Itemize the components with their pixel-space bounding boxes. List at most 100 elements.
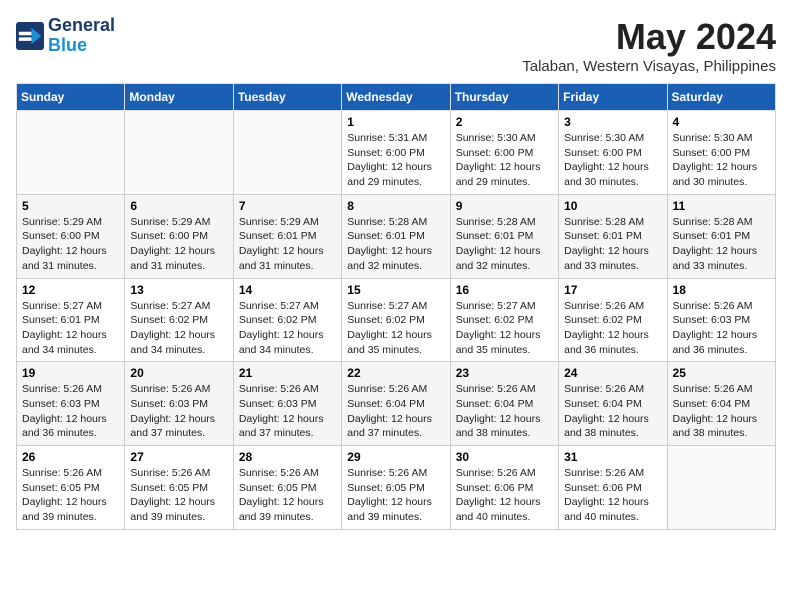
- header-day: Monday: [125, 84, 233, 111]
- day-info: Sunrise: 5:28 AM Sunset: 6:01 PM Dayligh…: [347, 215, 444, 274]
- calendar-week-row: 1Sunrise: 5:31 AM Sunset: 6:00 PM Daylig…: [17, 111, 776, 195]
- calendar-day-cell: 18 Sunrise: 5:26 AM Sunset: 6:03 PM Dayli…: [667, 278, 775, 362]
- header-day: Wednesday: [342, 84, 450, 111]
- day-number: 18: [673, 283, 770, 297]
- day-info: Sunrise: 5:28 AM Sunset: 6:01 PM Dayligh…: [456, 215, 553, 274]
- header-day: Thursday: [450, 84, 558, 111]
- day-number: 10: [564, 199, 661, 213]
- day-number: 12: [22, 283, 119, 297]
- day-number: 14: [239, 283, 336, 297]
- day-info: Sunrise: 5:26 AM Sunset: 6:06 PM Dayligh…: [564, 466, 661, 525]
- day-number: 2: [456, 115, 553, 129]
- day-number: 6: [130, 199, 227, 213]
- logo-icon: [16, 22, 44, 50]
- day-number: 3: [564, 115, 661, 129]
- calendar-day-cell: 15Sunrise: 5:27 AM Sunset: 6:02 PM Dayli…: [342, 278, 450, 362]
- day-number: 28: [239, 450, 336, 464]
- month-year-title: May 2024: [522, 16, 776, 58]
- day-number: 23: [456, 366, 553, 380]
- day-number: 30: [456, 450, 553, 464]
- day-number: 25: [673, 366, 770, 380]
- calendar-day-cell: 30Sunrise: 5:26 AM Sunset: 6:06 PM Dayli…: [450, 446, 558, 530]
- day-info: Sunrise: 5:26 AM Sunset: 6:03 PM Dayligh…: [22, 382, 119, 441]
- day-number: 16: [456, 283, 553, 297]
- day-number: 5: [22, 199, 119, 213]
- calendar-day-cell: 13Sunrise: 5:27 AM Sunset: 6:02 PM Dayli…: [125, 278, 233, 362]
- calendar-day-cell: [17, 111, 125, 195]
- header-day: Tuesday: [233, 84, 341, 111]
- day-info: Sunrise: 5:29 AM Sunset: 6:00 PM Dayligh…: [130, 215, 227, 274]
- page-header: General Blue May 2024 Talaban, Western V…: [16, 16, 776, 75]
- day-number: 31: [564, 450, 661, 464]
- calendar-day-cell: 5 Sunrise: 5:29 AM Sunset: 6:00 PM Daylig…: [17, 194, 125, 278]
- day-number: 9: [456, 199, 553, 213]
- calendar-day-cell: 12 Sunrise: 5:27 AM Sunset: 6:01 PM Dayli…: [17, 278, 125, 362]
- day-info: Sunrise: 5:28 AM Sunset: 6:01 PM Dayligh…: [673, 215, 770, 274]
- day-info: Sunrise: 5:26 AM Sunset: 6:04 PM Dayligh…: [456, 382, 553, 441]
- calendar-day-cell: 17 Sunrise: 5:26 AM Sunset: 6:02 PM Dayli…: [559, 278, 667, 362]
- calendar-day-cell: 8Sunrise: 5:28 AM Sunset: 6:01 PM Daylig…: [342, 194, 450, 278]
- day-info: Sunrise: 5:27 AM Sunset: 6:02 PM Dayligh…: [456, 299, 553, 358]
- calendar-day-cell: 11 Sunrise: 5:28 AM Sunset: 6:01 PM Dayli…: [667, 194, 775, 278]
- day-info: Sunrise: 5:26 AM Sunset: 6:04 PM Dayligh…: [347, 382, 444, 441]
- calendar-day-cell: 21 Sunrise: 5:26 AM Sunset: 6:03 PM Dayli…: [233, 362, 341, 446]
- day-info: Sunrise: 5:26 AM Sunset: 6:03 PM Dayligh…: [130, 382, 227, 441]
- calendar-day-cell: 2Sunrise: 5:30 AM Sunset: 6:00 PM Daylig…: [450, 111, 558, 195]
- day-info: Sunrise: 5:26 AM Sunset: 6:05 PM Dayligh…: [130, 466, 227, 525]
- calendar-day-cell: 29 Sunrise: 5:26 AM Sunset: 6:05 PM Dayli…: [342, 446, 450, 530]
- day-info: Sunrise: 5:31 AM Sunset: 6:00 PM Dayligh…: [347, 131, 444, 190]
- day-number: 21: [239, 366, 336, 380]
- calendar-day-cell: [125, 111, 233, 195]
- day-number: 11: [673, 199, 770, 213]
- day-number: 19: [22, 366, 119, 380]
- title-area: May 2024 Talaban, Western Visayas, Phili…: [522, 16, 776, 75]
- day-info: Sunrise: 5:27 AM Sunset: 6:01 PM Dayligh…: [22, 299, 119, 358]
- calendar-week-row: 19 Sunrise: 5:26 AM Sunset: 6:03 PM Dayli…: [17, 362, 776, 446]
- day-info: Sunrise: 5:26 AM Sunset: 6:02 PM Dayligh…: [564, 299, 661, 358]
- calendar-week-row: 12 Sunrise: 5:27 AM Sunset: 6:01 PM Dayli…: [17, 278, 776, 362]
- calendar-day-cell: [667, 446, 775, 530]
- day-info: Sunrise: 5:28 AM Sunset: 6:01 PM Dayligh…: [564, 215, 661, 274]
- day-number: 29: [347, 450, 444, 464]
- day-number: 20: [130, 366, 227, 380]
- day-info: Sunrise: 5:27 AM Sunset: 6:02 PM Dayligh…: [347, 299, 444, 358]
- calendar-day-cell: 24 Sunrise: 5:26 AM Sunset: 6:04 PM Dayli…: [559, 362, 667, 446]
- day-info: Sunrise: 5:26 AM Sunset: 6:03 PM Dayligh…: [673, 299, 770, 358]
- calendar-day-cell: [233, 111, 341, 195]
- day-number: 24: [564, 366, 661, 380]
- calendar-day-cell: 19 Sunrise: 5:26 AM Sunset: 6:03 PM Dayli…: [17, 362, 125, 446]
- calendar-day-cell: 31 Sunrise: 5:26 AM Sunset: 6:06 PM Dayli…: [559, 446, 667, 530]
- day-number: 7: [239, 199, 336, 213]
- calendar-day-cell: 22 Sunrise: 5:26 AM Sunset: 6:04 PM Dayli…: [342, 362, 450, 446]
- calendar-day-cell: 7 Sunrise: 5:29 AM Sunset: 6:01 PM Daylig…: [233, 194, 341, 278]
- calendar-day-cell: 1Sunrise: 5:31 AM Sunset: 6:00 PM Daylig…: [342, 111, 450, 195]
- location-subtitle: Talaban, Western Visayas, Philippines: [522, 58, 776, 75]
- calendar-day-cell: 28 Sunrise: 5:26 AM Sunset: 6:05 PM Dayli…: [233, 446, 341, 530]
- calendar-week-row: 26 Sunrise: 5:26 AM Sunset: 6:05 PM Dayli…: [17, 446, 776, 530]
- day-number: 17: [564, 283, 661, 297]
- calendar-body: 1Sunrise: 5:31 AM Sunset: 6:00 PM Daylig…: [17, 111, 776, 530]
- header-day: Sunday: [17, 84, 125, 111]
- calendar-day-cell: 14 Sunrise: 5:27 AM Sunset: 6:02 PM Dayli…: [233, 278, 341, 362]
- day-number: 22: [347, 366, 444, 380]
- calendar-day-cell: 25Sunrise: 5:26 AM Sunset: 6:04 PM Dayli…: [667, 362, 775, 446]
- day-number: 27: [130, 450, 227, 464]
- calendar-header: SundayMondayTuesdayWednesdayThursdayFrid…: [17, 84, 776, 111]
- day-info: Sunrise: 5:26 AM Sunset: 6:04 PM Dayligh…: [564, 382, 661, 441]
- calendar-day-cell: 6 Sunrise: 5:29 AM Sunset: 6:00 PM Daylig…: [125, 194, 233, 278]
- day-number: 26: [22, 450, 119, 464]
- day-info: Sunrise: 5:29 AM Sunset: 6:01 PM Dayligh…: [239, 215, 336, 274]
- calendar-day-cell: 16 Sunrise: 5:27 AM Sunset: 6:02 PM Dayli…: [450, 278, 558, 362]
- calendar-table: SundayMondayTuesdayWednesdayThursdayFrid…: [16, 83, 776, 530]
- day-info: Sunrise: 5:26 AM Sunset: 6:05 PM Dayligh…: [347, 466, 444, 525]
- calendar-day-cell: 20 Sunrise: 5:26 AM Sunset: 6:03 PM Dayli…: [125, 362, 233, 446]
- calendar-day-cell: 27 Sunrise: 5:26 AM Sunset: 6:05 PM Dayli…: [125, 446, 233, 530]
- day-info: Sunrise: 5:29 AM Sunset: 6:00 PM Dayligh…: [22, 215, 119, 274]
- header-day: Saturday: [667, 84, 775, 111]
- header-row: SundayMondayTuesdayWednesdayThursdayFrid…: [17, 84, 776, 111]
- day-info: Sunrise: 5:27 AM Sunset: 6:02 PM Dayligh…: [130, 299, 227, 358]
- day-info: Sunrise: 5:26 AM Sunset: 6:03 PM Dayligh…: [239, 382, 336, 441]
- day-info: Sunrise: 5:26 AM Sunset: 6:05 PM Dayligh…: [239, 466, 336, 525]
- day-info: Sunrise: 5:30 AM Sunset: 6:00 PM Dayligh…: [673, 131, 770, 190]
- day-info: Sunrise: 5:27 AM Sunset: 6:02 PM Dayligh…: [239, 299, 336, 358]
